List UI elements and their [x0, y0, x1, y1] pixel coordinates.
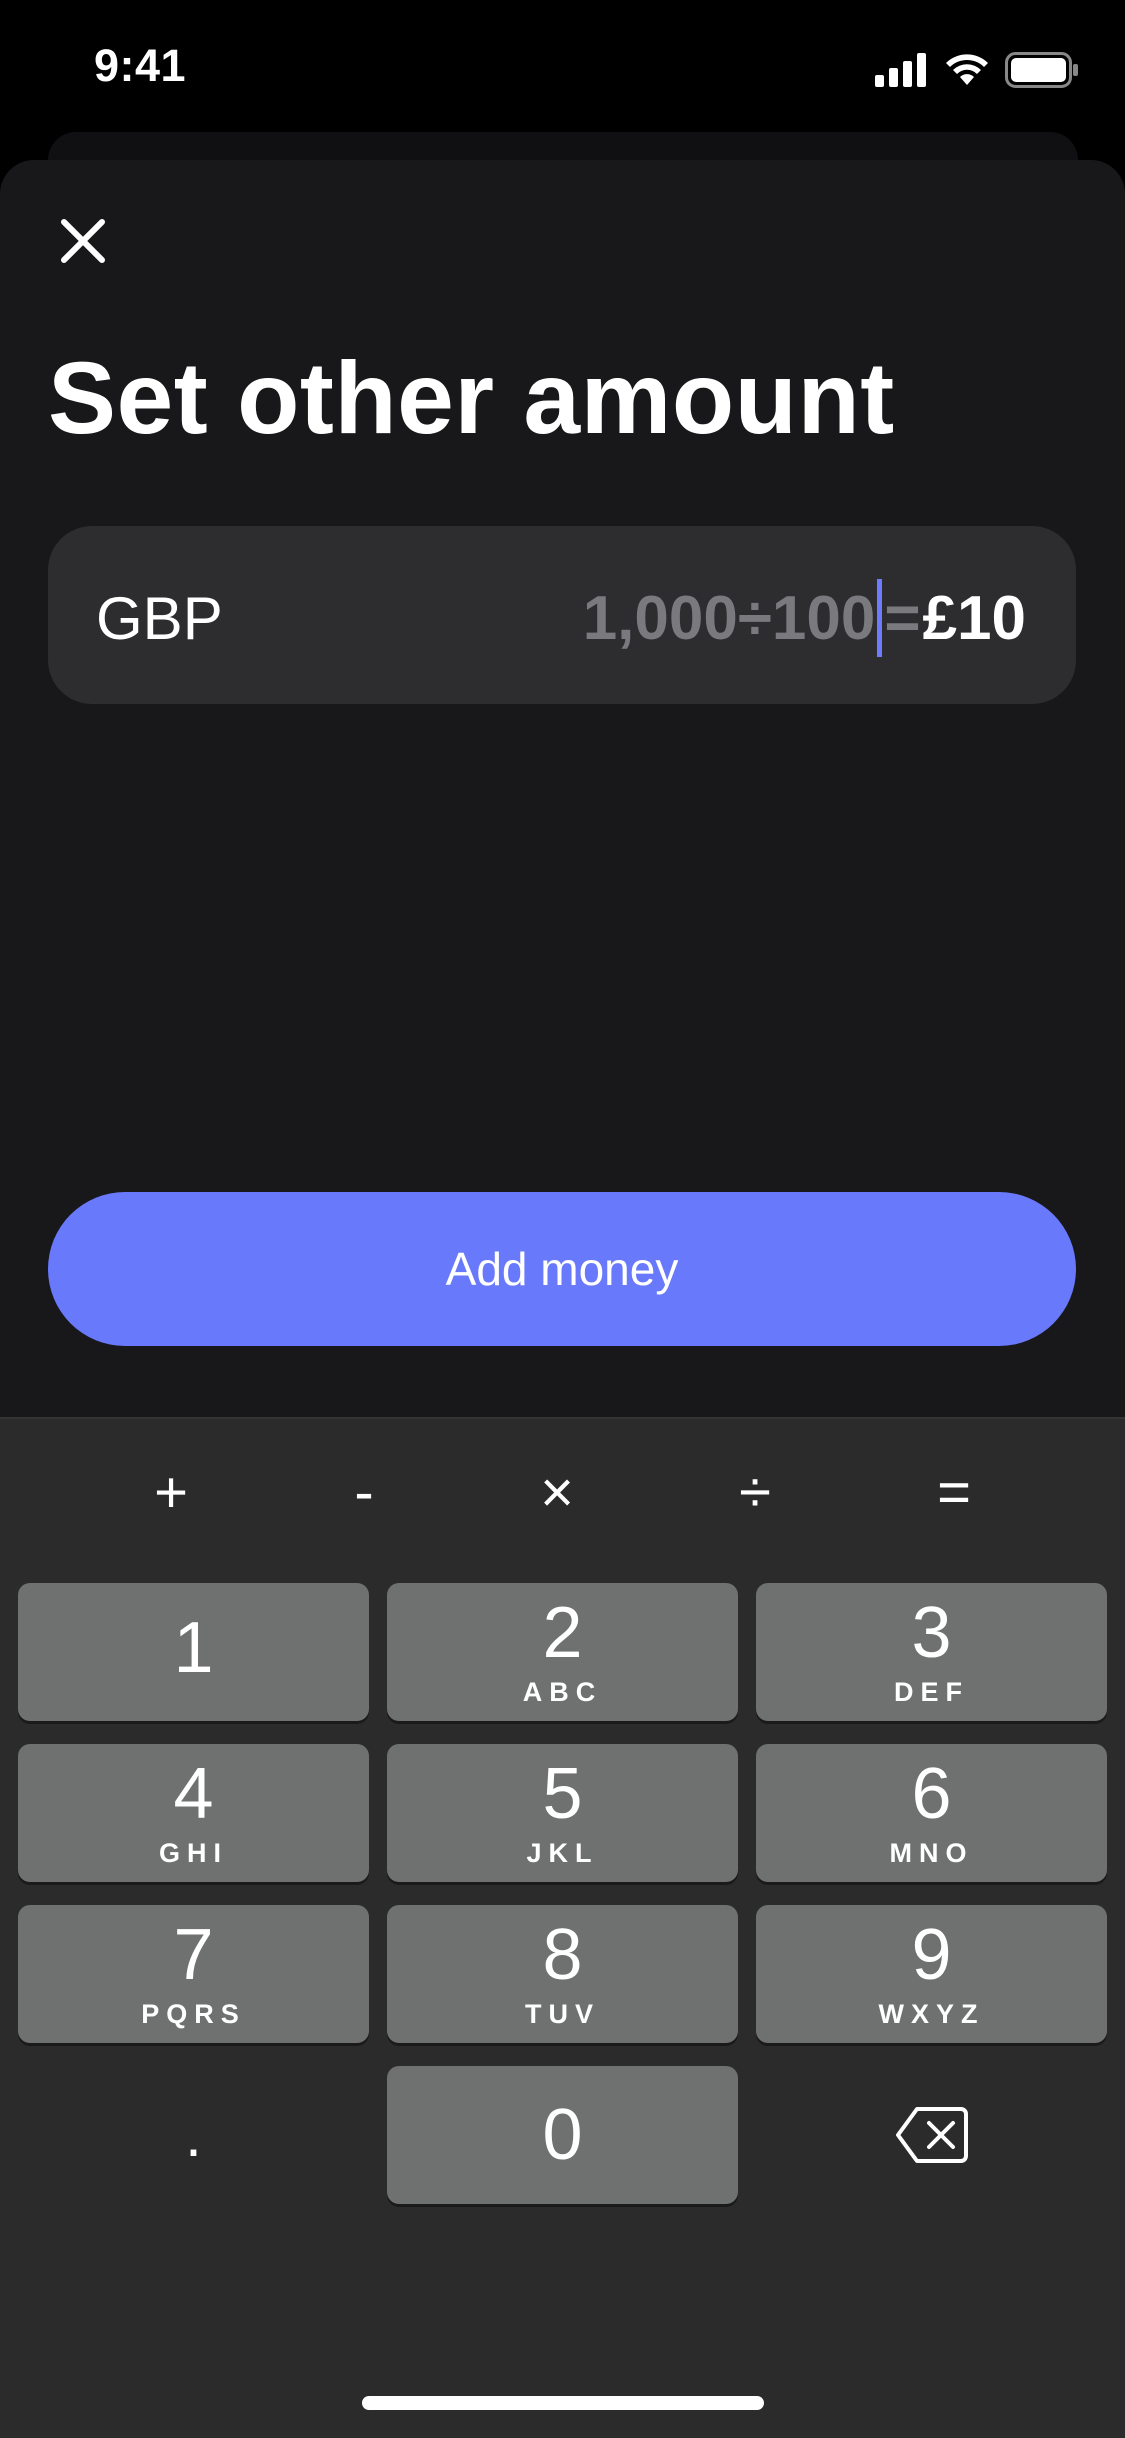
decimal-symbol: . [185, 2101, 202, 2169]
multiply-key[interactable]: × [497, 1419, 617, 1565]
expression-text: 1,000÷100 [582, 583, 876, 653]
key-3[interactable]: 3 DEF [756, 1583, 1107, 1721]
key-1[interactable]: 1 [18, 1583, 369, 1721]
equals-sign: = [884, 583, 921, 653]
key-8[interactable]: 8 TUV [387, 1905, 738, 2043]
equals-key[interactable]: = [894, 1419, 1014, 1565]
key-digit: 2 [542, 1592, 583, 1673]
key-4[interactable]: 4 GHI [18, 1744, 369, 1882]
status-bar: 9:41 [0, 0, 1125, 140]
status-time: 9:41 [94, 40, 187, 91]
key-5[interactable]: 5 JKL [387, 1744, 738, 1882]
key-digit: 9 [911, 1914, 952, 1995]
key-letters: GHI [158, 1837, 228, 1868]
key-digit: 3 [911, 1592, 952, 1673]
signal-icon [875, 53, 926, 87]
key-letters: WXYZ [878, 1998, 985, 2029]
key-2[interactable]: 2 ABC [387, 1583, 738, 1721]
key-letters: DEF [894, 1676, 969, 1707]
plus-key[interactable]: + [111, 1419, 231, 1565]
home-indicator [362, 2396, 764, 2410]
backspace-key[interactable] [756, 2066, 1107, 2204]
key-letters: MNO [889, 1837, 974, 1868]
key-digit: 5 [542, 1753, 583, 1834]
backspace-icon [895, 2107, 968, 2163]
amount-expression: 1,000÷100 = £10 [583, 578, 1026, 658]
battery-icon [1005, 52, 1078, 88]
key-7[interactable]: 7 PQRS [18, 1905, 369, 2043]
key-9[interactable]: 9 WXYZ [756, 1905, 1107, 2043]
amount-result: £10 [922, 583, 1026, 653]
close-icon [61, 219, 105, 263]
page-title: Set other amount [48, 341, 895, 455]
digit-keys: 1 2 ABC 3 DEF 4 GHI 5 JKL 6 MNO 7 PQRS 8 [0, 1565, 1125, 2438]
status-icons [875, 48, 1079, 92]
operator-row: + - × ÷ = [0, 1419, 1125, 1565]
key-digit: 0 [542, 2095, 583, 2175]
numeric-keyboard: + - × ÷ = 1 2 ABC 3 DEF 4 GHI 5 JKL 6 MN… [0, 1417, 1125, 2438]
wifi-icon [946, 54, 988, 85]
key-0[interactable]: 0 [387, 2066, 738, 2204]
currency-label: GBP [96, 585, 223, 652]
minus-key[interactable]: - [304, 1419, 424, 1565]
key-letters: JKL [526, 1837, 599, 1868]
text-caret [877, 579, 883, 657]
key-digit: 1 [173, 1608, 214, 1688]
key-digit: 6 [911, 1753, 952, 1834]
add-money-button[interactable]: Add money [48, 1192, 1076, 1346]
key-letters: PQRS [141, 1998, 246, 2029]
amount-input-field[interactable]: GBP 1,000÷100 = £10 [48, 526, 1076, 704]
key-digit: 4 [173, 1753, 214, 1834]
decimal-key[interactable]: . [18, 2066, 369, 2204]
key-letters: ABC [522, 1676, 603, 1707]
key-digit: 7 [173, 1914, 214, 1995]
close-button[interactable] [48, 206, 118, 276]
divide-key[interactable]: ÷ [695, 1419, 815, 1565]
key-letters: TUV [525, 1998, 600, 2029]
key-6[interactable]: 6 MNO [756, 1744, 1107, 1882]
key-digit: 8 [542, 1914, 583, 1995]
